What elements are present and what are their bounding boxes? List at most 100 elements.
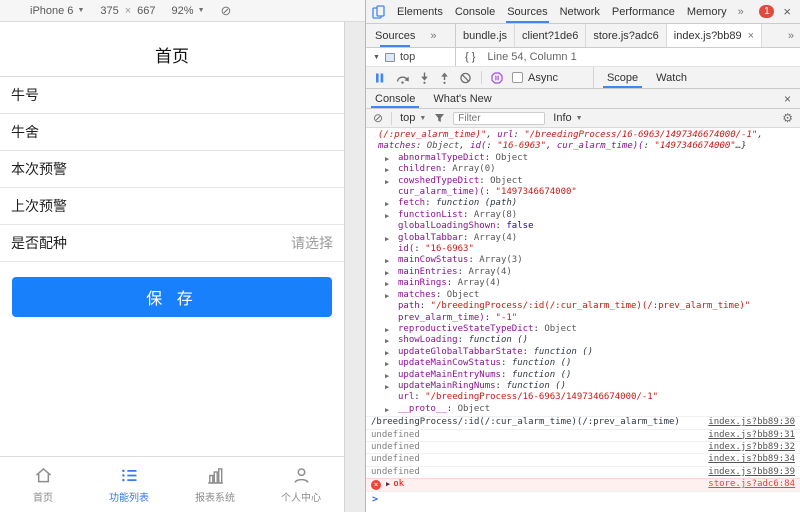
source-link[interactable]: index.js?bb89:30 bbox=[708, 417, 795, 428]
expand-arrow-icon[interactable]: ▶ bbox=[385, 154, 389, 164]
form-row[interactable]: 本次预警 bbox=[0, 151, 344, 188]
form-row[interactable]: 牛号 bbox=[0, 77, 344, 114]
form-row[interactable]: 牛舍 bbox=[0, 114, 344, 151]
expand-arrow-icon[interactable]: ▶ bbox=[385, 279, 389, 289]
toolbar-divider bbox=[391, 111, 393, 125]
step-into-button[interactable] bbox=[419, 72, 430, 84]
devtools-tab-sources[interactable]: Sources bbox=[501, 0, 553, 23]
file-tab[interactable]: client?1de6 bbox=[515, 24, 587, 47]
expand-arrow-icon[interactable]: ▶ bbox=[385, 405, 389, 415]
devtools-tab-memory[interactable]: Memory bbox=[681, 0, 733, 23]
expand-arrow-icon[interactable]: ▶ bbox=[385, 177, 389, 187]
close-tab-icon[interactable]: × bbox=[748, 30, 754, 42]
navigator-more-icon[interactable]: » bbox=[425, 24, 441, 47]
step-out-button[interactable] bbox=[439, 72, 450, 84]
devtools-tab-elements[interactable]: Elements bbox=[391, 0, 449, 23]
log-message: undefined bbox=[371, 441, 420, 452]
log-message: undefined bbox=[371, 429, 420, 440]
object-preview-line: matches: Object, id(: "16-6963", cur_ala… bbox=[378, 141, 747, 152]
dimension-times-icon: × bbox=[124, 4, 132, 17]
source-link[interactable]: index.js?bb89:39 bbox=[708, 467, 795, 478]
form-row[interactable]: 上次预警 bbox=[0, 188, 344, 225]
console-filter-input[interactable] bbox=[453, 111, 546, 125]
source-link[interactable]: index.js?bb89:31 bbox=[708, 430, 795, 441]
more-tabs-icon[interactable]: » bbox=[733, 0, 749, 23]
file-tabs-overflow-icon[interactable]: » bbox=[782, 24, 800, 47]
tab-watch[interactable]: Watch bbox=[647, 67, 696, 88]
form-label: 牛号 bbox=[11, 87, 39, 103]
devtools-tab-network[interactable]: Network bbox=[554, 0, 606, 23]
form-label: 上次预警 bbox=[11, 198, 67, 214]
filter-funnel-icon[interactable] bbox=[434, 113, 445, 123]
expand-arrow-icon[interactable]: ▶ bbox=[385, 199, 389, 209]
console-property: ▶ cowshedTypeDict: Object bbox=[378, 176, 800, 187]
tabbar-item[interactable]: 功能列表 bbox=[86, 457, 172, 512]
expand-arrow-icon[interactable]: ▶ bbox=[385, 268, 389, 278]
tabbar-item[interactable]: 个人中心 bbox=[258, 457, 344, 512]
pretty-print-button[interactable]: { } bbox=[465, 51, 475, 63]
frame-icon bbox=[384, 52, 395, 62]
navigator-tab-sources[interactable]: Sources bbox=[375, 24, 415, 47]
tabbar-item[interactable]: 报表系统 bbox=[172, 457, 258, 512]
drawer-tab[interactable]: Console bbox=[366, 89, 424, 108]
expand-arrow-icon[interactable]: ▶ bbox=[385, 359, 389, 369]
console-settings-gear-icon[interactable]: ⚙ bbox=[782, 111, 793, 125]
expand-arrow-icon[interactable]: ▶ bbox=[385, 325, 389, 335]
pause-script-button[interactable] bbox=[373, 72, 386, 84]
console-object-tree: (/:prev_alarm_time)", url: "/breedingPro… bbox=[366, 128, 800, 416]
zoom-selector[interactable]: 92% ▼ bbox=[172, 5, 205, 17]
viewport-width[interactable]: 375 bbox=[100, 5, 118, 17]
file-tab[interactable]: bundle.js bbox=[456, 24, 516, 47]
device-toolbar-toggle-icon[interactable] bbox=[366, 0, 391, 23]
expand-arrow-icon[interactable]: ▶ bbox=[386, 479, 390, 490]
form: 牛号牛舍 本次预警上次预警是否配种 请选择 bbox=[0, 77, 344, 262]
expand-arrow-icon[interactable]: ▶ bbox=[385, 256, 389, 266]
console-property: ▶ globalTabbar: Array(4) bbox=[378, 233, 800, 244]
close-drawer-icon[interactable]: × bbox=[775, 89, 800, 108]
clear-console-icon[interactable]: ⊘ bbox=[373, 111, 383, 125]
deactivate-breakpoints-button[interactable] bbox=[459, 72, 472, 84]
console-property: ▶ updateMainEntryNums: function () bbox=[378, 370, 800, 381]
source-link[interactable]: store.js?adc6:84 bbox=[708, 479, 795, 490]
source-link[interactable]: index.js?bb89:32 bbox=[708, 442, 795, 453]
throttling-block-icon[interactable]: ⊘ bbox=[221, 3, 232, 19]
tab-scope[interactable]: Scope bbox=[598, 67, 647, 88]
expand-arrow-icon[interactable]: ▶ bbox=[385, 291, 389, 301]
list-icon bbox=[119, 465, 140, 486]
expand-arrow-icon[interactable]: ▶ bbox=[385, 348, 389, 358]
expand-arrow-icon[interactable]: ▶ bbox=[385, 234, 389, 244]
device-selector[interactable]: iPhone 6 ▼ bbox=[30, 5, 84, 17]
console-output: (/:prev_alarm_time)", url: "/breedingPro… bbox=[366, 128, 800, 506]
expand-arrow-icon[interactable]: ▶ bbox=[385, 165, 389, 175]
file-tab[interactable]: index.js?bb89 × bbox=[666, 24, 763, 47]
form-row[interactable]: 是否配种 请选择 bbox=[0, 225, 344, 262]
save-button[interactable]: 保 存 bbox=[12, 277, 332, 317]
devtools-tab-performance[interactable]: Performance bbox=[606, 0, 681, 23]
drawer-tab[interactable]: What's New bbox=[424, 89, 500, 108]
file-tab[interactable]: store.js?adc6 bbox=[586, 24, 667, 47]
console-property: ▶ fetch: function (path) bbox=[378, 198, 800, 209]
error-icon: × bbox=[371, 479, 381, 490]
devtools-tab-console[interactable]: Console bbox=[449, 0, 501, 23]
expand-arrow-icon[interactable]: ▶ bbox=[385, 371, 389, 381]
pause-on-exceptions-button[interactable] bbox=[491, 71, 503, 84]
tabbar-item[interactable]: 首页 bbox=[0, 457, 86, 512]
expand-arrow-icon[interactable]: ▶ bbox=[385, 336, 389, 346]
tree-expand-icon[interactable]: ▼ bbox=[373, 54, 380, 61]
console-prompt[interactable]: > bbox=[366, 490, 800, 505]
expand-arrow-icon[interactable]: ▶ bbox=[385, 382, 389, 392]
expand-arrow-icon[interactable]: ▶ bbox=[385, 211, 389, 221]
console-log-row: undefined index.js?bb89:39 bbox=[366, 465, 800, 478]
execution-context-selector[interactable]: top ▼ bbox=[400, 112, 426, 124]
object-preview: (/:prev_alarm_time)", url: "/breedingPro… bbox=[378, 130, 800, 153]
chart-icon bbox=[205, 465, 226, 486]
source-link[interactable]: index.js?bb89:34 bbox=[708, 454, 795, 465]
step-over-button[interactable] bbox=[395, 72, 410, 84]
file-tree-root[interactable]: top bbox=[400, 51, 415, 63]
async-checkbox[interactable] bbox=[512, 72, 523, 83]
close-devtools-icon[interactable]: × bbox=[774, 0, 800, 23]
log-level-selector[interactable]: Info ▼ bbox=[553, 112, 582, 124]
error-count-badge[interactable]: 1 bbox=[759, 5, 775, 18]
viewport-height[interactable]: 667 bbox=[137, 5, 155, 17]
prompt-chevron-icon: > bbox=[372, 493, 379, 505]
